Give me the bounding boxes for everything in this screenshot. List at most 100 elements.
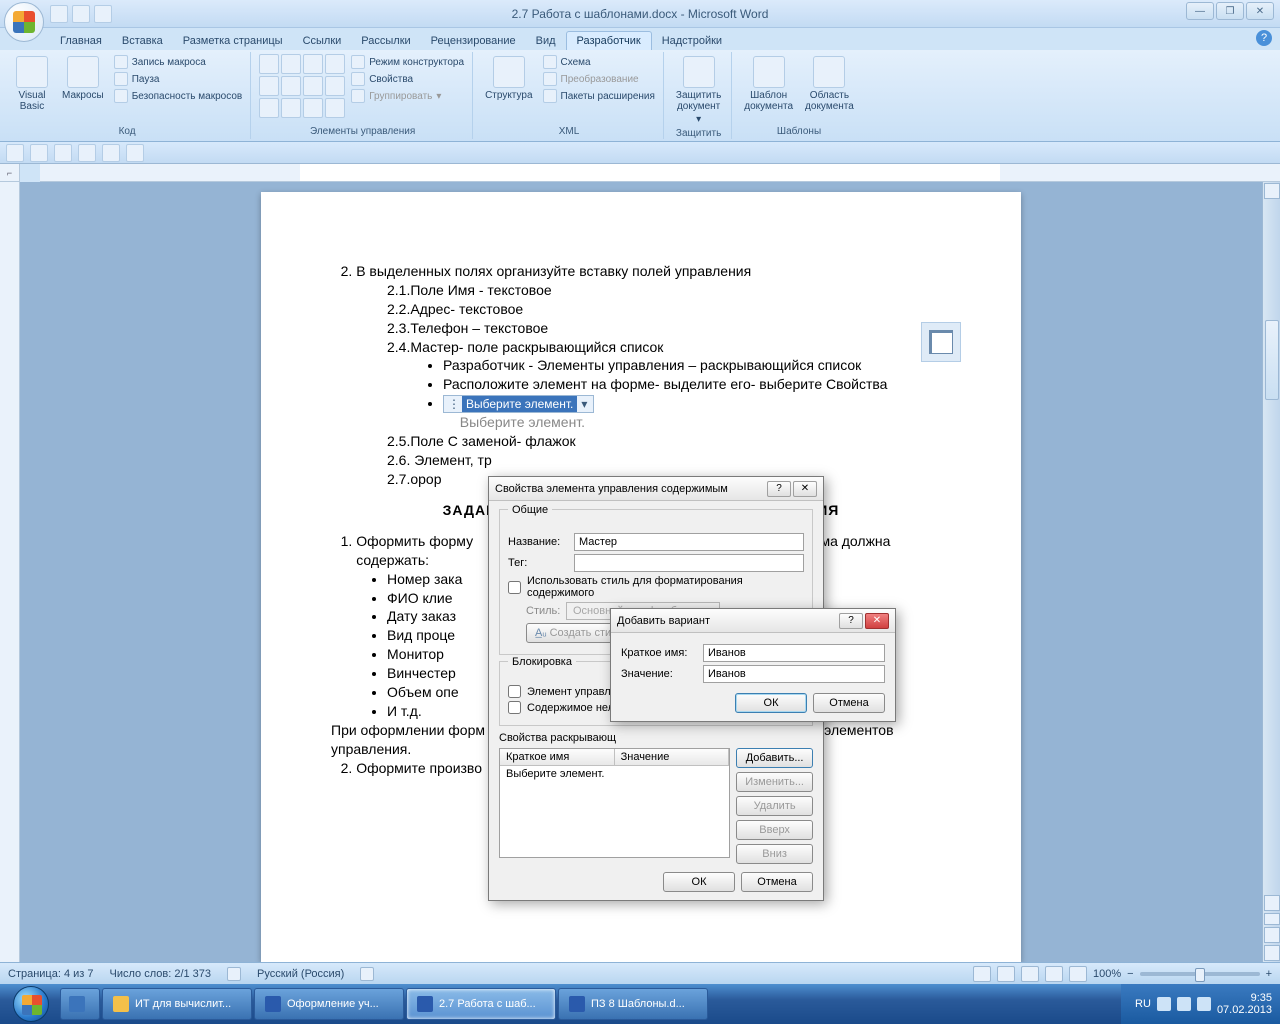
lock-edit-checkbox[interactable]: [508, 701, 521, 714]
group-button[interactable]: Группировать ▾: [349, 88, 466, 104]
doc-area-button[interactable]: Область документа: [801, 54, 858, 114]
tab-developer[interactable]: Разработчик: [566, 31, 652, 50]
taskbar-item-explorer[interactable]: ИТ для вычислит...: [102, 988, 252, 1020]
ok-button[interactable]: ОК: [663, 872, 735, 892]
document-area[interactable]: В выделенных полях организуйте вставку п…: [20, 182, 1262, 962]
chevron-down-icon[interactable]: ▾: [577, 396, 591, 412]
ruler-toggle[interactable]: ⌐: [0, 164, 20, 182]
structure-button[interactable]: Структура: [481, 54, 536, 103]
zoom-out-button[interactable]: −: [1127, 968, 1133, 980]
tray-flag-icon[interactable]: [1157, 997, 1171, 1011]
taskbar-item-ie[interactable]: [60, 988, 100, 1020]
dialog-close-button[interactable]: ✕: [793, 481, 817, 497]
qat-redo-icon[interactable]: [94, 5, 112, 23]
maximize-button[interactable]: ❐: [1216, 2, 1244, 20]
doc-template-button[interactable]: Шаблон документа: [740, 54, 797, 114]
macro-security-button[interactable]: Безопасность макросов: [112, 88, 245, 104]
protect-doc-button[interactable]: Защитить документ ▾: [672, 54, 725, 127]
tab-references[interactable]: Ссылки: [293, 32, 352, 50]
dialog2-titlebar[interactable]: Добавить вариант ? ✕: [611, 609, 895, 633]
word-count[interactable]: Число слов: 2/1 373: [110, 968, 212, 980]
tray-network-icon[interactable]: [1177, 997, 1191, 1011]
qat2-undo-icon[interactable]: [30, 144, 48, 162]
tab-review[interactable]: Рецензирование: [421, 32, 526, 50]
scroll-down-icon[interactable]: [1264, 895, 1280, 911]
tag-input[interactable]: [574, 554, 804, 572]
zoom-in-button[interactable]: +: [1266, 968, 1272, 980]
controls-gallery[interactable]: [259, 54, 345, 118]
qat2-redo-icon[interactable]: [54, 144, 72, 162]
scroll-up-icon[interactable]: [1264, 183, 1280, 199]
vertical-scrollbar[interactable]: [1262, 182, 1280, 962]
qat2-save-icon[interactable]: [6, 144, 24, 162]
cancel-button[interactable]: Отмена: [741, 872, 813, 892]
print-layout-view-icon[interactable]: [973, 966, 991, 982]
lock-delete-checkbox[interactable]: [508, 685, 521, 698]
scroll-thumb[interactable]: [1265, 320, 1279, 400]
tab-addins[interactable]: Надстройки: [652, 32, 732, 50]
expansion-button[interactable]: Пакеты расширения: [541, 88, 657, 104]
tab-insert[interactable]: Вставка: [112, 32, 173, 50]
full-screen-view-icon[interactable]: [997, 966, 1015, 982]
dialog-help-button[interactable]: ?: [767, 481, 791, 497]
horizontal-ruler[interactable]: [40, 164, 1280, 182]
macros-button[interactable]: Макросы: [58, 54, 108, 103]
use-style-checkbox[interactable]: [508, 581, 521, 594]
value-input[interactable]: [703, 665, 885, 683]
qat2-quickprint-icon[interactable]: [78, 144, 96, 162]
options-listbox[interactable]: Краткое имяЗначение Выберите элемент.: [499, 748, 730, 858]
qat-below-ribbon: [0, 142, 1280, 164]
short-name-input[interactable]: [703, 644, 885, 662]
next-page-icon[interactable]: [1264, 945, 1280, 961]
taskbar-item-word2[interactable]: 2.7 Работа с шаб...: [406, 988, 556, 1020]
vertical-ruler[interactable]: [0, 182, 20, 962]
dialog-titlebar[interactable]: Свойства элемента управления содержимым …: [489, 477, 823, 501]
cancel-button[interactable]: Отмена: [813, 693, 885, 713]
zoom-slider[interactable]: [1140, 972, 1260, 976]
start-button[interactable]: [4, 985, 58, 1023]
page-indicator[interactable]: Страница: 4 из 7: [8, 968, 94, 980]
tab-layout[interactable]: Разметка страницы: [173, 32, 293, 50]
pause-macro-button[interactable]: Пауза: [112, 71, 245, 87]
add-button[interactable]: Добавить...: [736, 748, 813, 768]
qat2-more-icon[interactable]: [126, 144, 144, 162]
transform-button[interactable]: Преобразование: [541, 71, 657, 87]
insert-mode-icon[interactable]: [360, 967, 374, 981]
design-mode-button[interactable]: Режим конструктора: [349, 54, 466, 70]
dialog2-help-button[interactable]: ?: [839, 613, 863, 629]
tab-mailings[interactable]: Рассылки: [351, 32, 420, 50]
office-button[interactable]: [4, 2, 44, 42]
qat-save-icon[interactable]: [50, 5, 68, 23]
draft-view-icon[interactable]: [1069, 966, 1087, 982]
outline-view-icon[interactable]: [1045, 966, 1063, 982]
help-button[interactable]: ?: [1256, 30, 1272, 46]
pause-icon: [114, 72, 128, 86]
qat-undo-icon[interactable]: [72, 5, 90, 23]
name-input[interactable]: [574, 533, 804, 551]
record-macro-button[interactable]: Запись макроса: [112, 54, 245, 70]
prev-page-icon[interactable]: [1264, 927, 1280, 943]
taskbar-item-word3[interactable]: ПЗ 8 Шаблоны.d...: [558, 988, 708, 1020]
list-item[interactable]: Выберите элемент.: [500, 766, 615, 782]
language-indicator[interactable]: Русский (Россия): [257, 968, 344, 980]
zoom-level[interactable]: 100%: [1093, 968, 1121, 980]
spell-check-icon[interactable]: [227, 967, 241, 981]
minimize-button[interactable]: —: [1186, 2, 1214, 20]
tab-home[interactable]: Главная: [50, 32, 112, 50]
browse-object-icon[interactable]: [1264, 913, 1280, 925]
taskbar-item-word1[interactable]: Оформление уч...: [254, 988, 404, 1020]
dialog2-close-button[interactable]: ✕: [865, 613, 889, 629]
web-layout-view-icon[interactable]: [1021, 966, 1039, 982]
tray-lang[interactable]: RU: [1135, 998, 1151, 1010]
tray-volume-icon[interactable]: [1197, 997, 1211, 1011]
tab-view[interactable]: Вид: [526, 32, 566, 50]
cc-handle-icon[interactable]: ⋮: [446, 396, 462, 412]
tray-clock[interactable]: 9:3507.02.2013: [1217, 992, 1272, 1016]
visual-basic-button[interactable]: Visual Basic: [10, 54, 54, 114]
schema-button[interactable]: Схема: [541, 54, 657, 70]
close-button[interactable]: ✕: [1246, 2, 1274, 20]
properties-button[interactable]: Свойства: [349, 71, 466, 87]
qat2-preview-icon[interactable]: [102, 144, 120, 162]
content-control-dropdown[interactable]: ⋮Выберите элемент.▾: [443, 394, 951, 413]
ok-button[interactable]: ОК: [735, 693, 807, 713]
